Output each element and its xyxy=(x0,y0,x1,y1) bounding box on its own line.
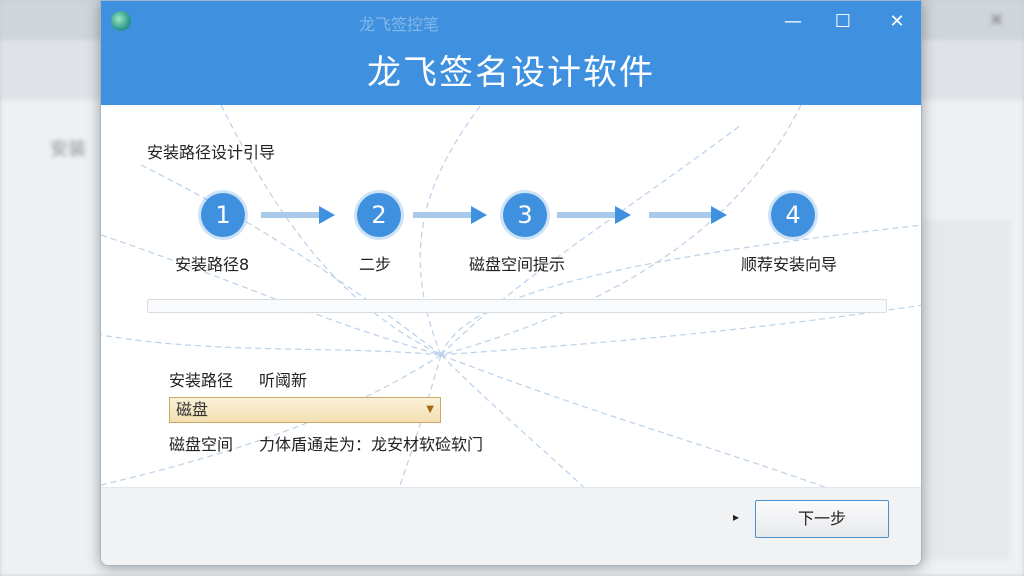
step-1-label: 安装路径8 xyxy=(175,255,250,274)
background-panel xyxy=(920,220,1010,560)
step-1-badge: 1 xyxy=(201,193,245,237)
close-button[interactable]: ✕ xyxy=(881,7,913,37)
step-3-label: 磁盘空间提示 xyxy=(469,255,566,274)
disk-select[interactable]: 磁盘 ▼ xyxy=(169,397,441,423)
dialog-footer: ▸ 下一步 xyxy=(101,487,921,565)
background-close-icon: ✕ xyxy=(988,10,1004,31)
step-2-badge: 2 xyxy=(357,193,401,237)
disk-space-value: 力体盾通走为：龙安材软硷软门 xyxy=(259,435,484,454)
minimize-button[interactable]: — xyxy=(777,7,809,37)
install-path-extra: 听阈新 xyxy=(259,371,308,390)
titlebar-ghost-title: 龙飞签控笔 xyxy=(359,15,440,34)
right-arrow-icon xyxy=(261,206,335,224)
pointer-arrow-icon: ▸ xyxy=(733,510,740,524)
disk-space-label: 磁盘空间 xyxy=(169,435,234,454)
maximize-button[interactable]: ☐ xyxy=(827,7,859,37)
progress-track xyxy=(147,299,887,313)
background-side-text: 安装 xyxy=(50,139,86,160)
step-2-label: 二步 xyxy=(359,255,392,274)
install-path-label: 安装路径 xyxy=(169,371,234,390)
step-3-badge: 3 xyxy=(503,193,547,237)
next-button[interactable]: 下一步 xyxy=(755,500,889,538)
guide-title: 安装路径设计引导 xyxy=(147,143,276,162)
step-4-label: 顺荐安装向导 xyxy=(741,255,838,274)
installer-dialog: 龙飞签控笔 — ☐ ✕ 龙飞签名设计软件 安装路径设计引导 1 2 3 4 安装… xyxy=(100,0,922,566)
step-4-badge: 4 xyxy=(771,193,815,237)
wizard-content: 安装路径设计引导 1 2 3 4 安装路径8 二步 磁盘空间提示 顺荐安装向导 … xyxy=(101,105,921,487)
right-arrow-icon xyxy=(413,206,487,224)
chevron-down-icon: ▼ xyxy=(426,404,434,415)
window-title: 龙飞签名设计软件 xyxy=(101,43,921,105)
right-arrow-icon xyxy=(649,206,727,224)
app-icon xyxy=(111,11,131,31)
disk-select-value: 磁盘 xyxy=(176,400,209,419)
right-arrow-icon xyxy=(557,206,631,224)
titlebar: 龙飞签控笔 — ☐ ✕ xyxy=(101,1,921,43)
